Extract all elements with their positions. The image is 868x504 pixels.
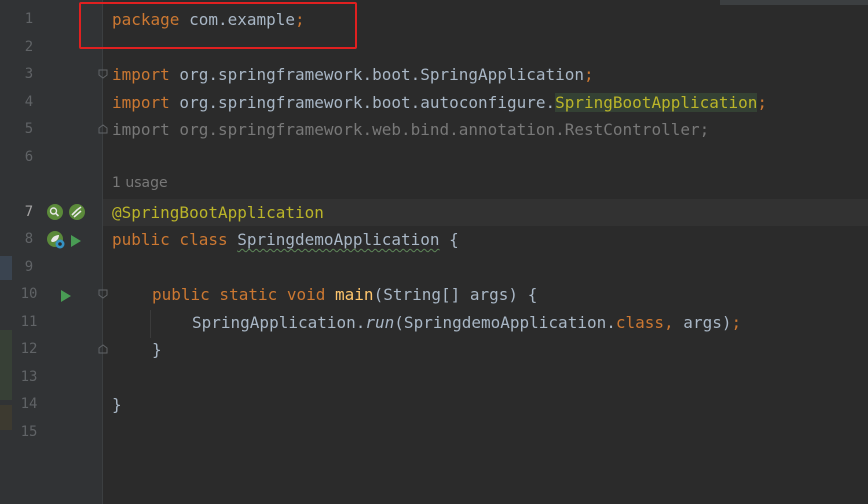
code-line-4[interactable]: import org.springframework.boot.autoconf… [112, 89, 767, 116]
line-number: 9 [24, 259, 34, 275]
fold-marker-icon[interactable] [98, 344, 108, 354]
line-number: 2 [24, 39, 34, 55]
semicolon: ; [731, 313, 742, 332]
line-number: 10 [20, 286, 38, 302]
import-path: org.springframework.boot.SpringApplicati… [169, 65, 585, 84]
fold-marker-icon[interactable] [98, 69, 108, 79]
run-icon[interactable] [60, 288, 72, 307]
code-line-14[interactable]: } [112, 391, 122, 418]
code-line-12[interactable]: } [152, 336, 162, 363]
parameters: (String[] args) { [373, 285, 538, 304]
code-line-8[interactable]: public class SpringdemoApplication { [112, 226, 459, 253]
vcs-marker [0, 330, 12, 400]
code-line-5-unused-import[interactable]: import org.springframework.web.bind.anno… [112, 116, 709, 143]
line-number: 4 [24, 94, 34, 110]
highlighted-usage: SpringBootApplication [555, 93, 758, 112]
spring-bean-icon[interactable] [68, 203, 86, 225]
arguments: args) [673, 313, 732, 332]
structure-strip [0, 0, 12, 504]
semicolon: ; [757, 93, 768, 112]
keyword: class [615, 313, 665, 332]
code-line-3[interactable]: import org.springframework.boot.SpringAp… [112, 61, 594, 88]
keyword: import [112, 65, 170, 84]
code-line-10[interactable]: public static void main(String[] args) { [152, 281, 537, 308]
code-area[interactable]: package com.example; import org.springfr… [112, 0, 868, 504]
code-editor[interactable]: 1 2 3 4 5 6 7 8 9 10 11 12 13 14 15 1 us… [0, 0, 868, 504]
vcs-marker [0, 405, 12, 430]
line-number: 1 [24, 11, 34, 27]
run-icon[interactable] [70, 233, 82, 252]
semicolon: ; [584, 65, 594, 84]
keyword: class [169, 230, 238, 249]
class-name: SpringdemoApplication [237, 230, 440, 249]
keyword: public static void [152, 285, 336, 304]
method-name: main [335, 285, 374, 304]
fold-marker-icon[interactable] [98, 289, 108, 299]
line-number: 8 [24, 231, 34, 247]
keyword: import [112, 93, 170, 112]
line-number: 5 [24, 121, 34, 137]
arguments: (SpringdemoApplication. [394, 313, 616, 332]
keyword: public [112, 230, 170, 249]
line-number: 14 [20, 396, 38, 412]
class-ref: SpringApplication. [192, 313, 366, 332]
line-number: 3 [24, 66, 34, 82]
annotation: @SpringBootApplication [112, 203, 324, 222]
code-line-11[interactable]: SpringApplication.run(SpringdemoApplicat… [192, 309, 741, 336]
import-path: org.springframework.boot.autoconfigure. [169, 93, 556, 112]
line-number: 13 [20, 369, 38, 385]
code-line-7[interactable]: @SpringBootApplication [112, 199, 324, 226]
spring-boot-run-config-icon[interactable] [46, 230, 66, 254]
method-call: run [365, 313, 395, 332]
vcs-marker [0, 256, 12, 280]
line-number: 15 [20, 424, 38, 440]
line-number: 11 [20, 314, 38, 330]
comma: , [664, 313, 674, 332]
bean-find-usages-icon[interactable] [46, 203, 64, 225]
line-number: 6 [24, 149, 34, 165]
line-number: 7 [24, 204, 34, 220]
annotation-highlight-box [79, 2, 357, 49]
line-number: 12 [20, 341, 38, 357]
fold-marker-icon[interactable] [98, 124, 108, 134]
brace: { [439, 230, 459, 249]
